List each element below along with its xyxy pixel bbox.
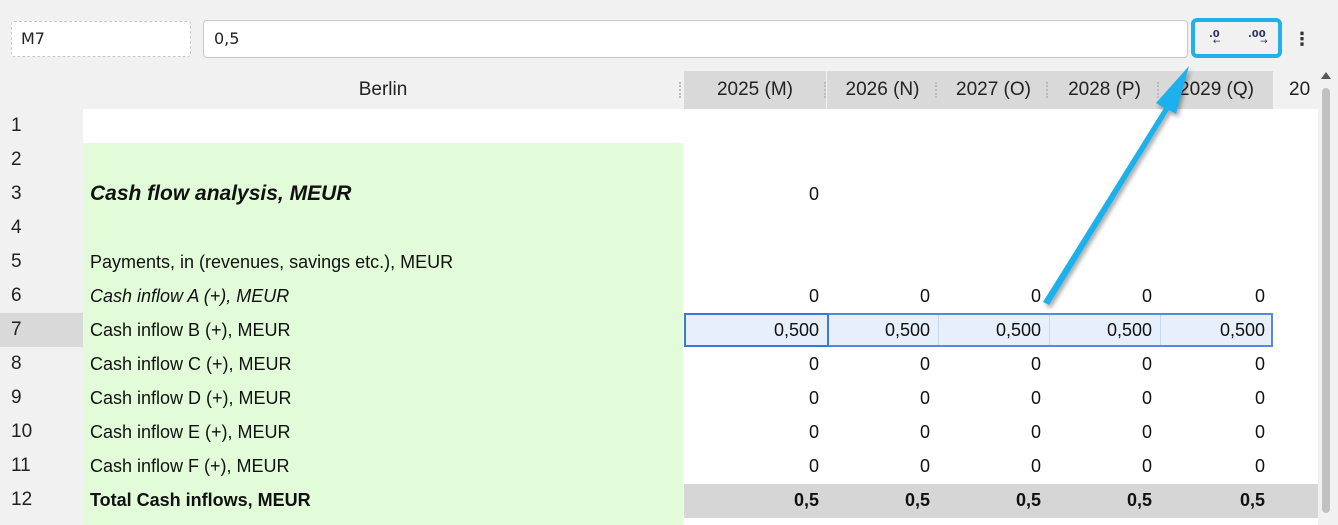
column-header-overflow[interactable]: 20: [1273, 71, 1318, 109]
value-cell[interactable]: 0: [827, 347, 937, 381]
column-resize-handle[interactable]: [935, 82, 937, 98]
row-header-9[interactable]: 9: [0, 381, 83, 415]
decimal-buttons-highlight: .0 ← .00 →: [1191, 18, 1282, 58]
value-cell[interactable]: 0,5: [1160, 483, 1272, 517]
row-header-5[interactable]: 5: [0, 245, 83, 279]
scroll-up-icon[interactable]: [1321, 72, 1331, 79]
value-cell[interactable]: 0,5: [827, 483, 937, 517]
decrease-decimal-button[interactable]: .0 ←: [1201, 25, 1239, 51]
column-resize-handle[interactable]: [679, 82, 681, 98]
row-label[interactable]: Cash inflow D (+), MEUR: [90, 381, 292, 415]
column-header-2028[interactable]: 2028 (P): [1049, 71, 1160, 109]
row-header-1[interactable]: 1: [0, 109, 83, 143]
name-box[interactable]: M7: [11, 21, 191, 57]
value-cell[interactable]: 0: [1160, 279, 1272, 313]
value-cell[interactable]: 0,500: [1049, 313, 1159, 347]
row-header-12[interactable]: 12: [0, 483, 83, 517]
value-cell[interactable]: 0,5: [938, 483, 1048, 517]
row-label[interactable]: Cash inflow B (+), MEUR: [90, 313, 291, 347]
value-cell[interactable]: 0,5: [1049, 483, 1159, 517]
value-cell[interactable]: 0: [938, 347, 1048, 381]
row-header-6[interactable]: 6: [0, 279, 83, 313]
value-cell[interactable]: 0: [1160, 415, 1272, 449]
row-label[interactable]: Cash inflow F (+), MEUR: [90, 449, 290, 483]
more-options-icon[interactable]: ⋮: [1293, 28, 1311, 52]
column-header-2025[interactable]: 2025 (M): [684, 71, 826, 109]
value-cell[interactable]: 0: [1049, 347, 1159, 381]
value-cell[interactable]: 0: [938, 381, 1048, 415]
value-cell[interactable]: 0: [938, 279, 1048, 313]
value-cell[interactable]: 0: [1049, 415, 1159, 449]
value-cell[interactable]: 0,500: [938, 313, 1048, 347]
increase-decimal-button[interactable]: .00 →: [1240, 25, 1278, 51]
row-label[interactable]: Cash inflow C (+), MEUR: [90, 347, 292, 381]
row-header-4[interactable]: 4: [0, 211, 83, 245]
value-cell[interactable]: 0,500: [827, 313, 937, 347]
column-resize-handle[interactable]: [1046, 82, 1048, 98]
arrow-left-icon: ←: [1213, 37, 1221, 47]
row-label[interactable]: Payments, in (revenues, savings etc.), M…: [90, 245, 453, 279]
value-cell[interactable]: 0: [827, 381, 937, 415]
row-label[interactable]: Cash flow analysis, MEUR: [90, 177, 351, 211]
value-cell[interactable]: 0: [1049, 449, 1159, 483]
value-cell[interactable]: 0: [827, 279, 937, 313]
value-cell[interactable]: 0: [1160, 449, 1272, 483]
column-header-2026[interactable]: 2026 (N): [827, 71, 938, 109]
value-cell[interactable]: 0,5: [684, 483, 826, 517]
row-header-7[interactable]: 7: [0, 313, 83, 347]
value-cell[interactable]: 0: [938, 415, 1048, 449]
column-header-label[interactable]: Berlin: [83, 71, 683, 109]
value-cell[interactable]: 0: [827, 449, 937, 483]
value-cell[interactable]: 0: [684, 381, 826, 415]
value-cell[interactable]: 0: [1049, 279, 1159, 313]
vertical-scroll-thumb[interactable]: [1322, 88, 1330, 513]
column-header-2027[interactable]: 2027 (O): [938, 71, 1049, 109]
row-header-3[interactable]: 3: [0, 177, 83, 211]
value-cell[interactable]: 0: [827, 415, 937, 449]
row-header-2[interactable]: 2: [0, 143, 83, 177]
value-cell[interactable]: 0: [684, 279, 826, 313]
row-label[interactable]: Cash inflow A (+), MEUR: [90, 279, 289, 313]
column-resize-handle[interactable]: [824, 82, 826, 98]
row-header-11[interactable]: 11: [0, 449, 83, 483]
value-cell[interactable]: 0: [684, 177, 826, 211]
value-cell[interactable]: 0: [1160, 347, 1272, 381]
value-cell[interactable]: 0: [684, 415, 826, 449]
row-label[interactable]: Total Cash inflows, MEUR: [90, 483, 311, 517]
row-header-10[interactable]: 10: [0, 415, 83, 449]
value-cell[interactable]: 0: [684, 347, 826, 381]
value-cell[interactable]: 0: [1160, 381, 1272, 415]
value-cell[interactable]: 0: [1049, 381, 1159, 415]
arrow-right-icon: →: [1260, 37, 1268, 47]
row-label[interactable]: Cash inflow E (+), MEUR: [90, 415, 291, 449]
value-cell[interactable]: 0,500: [1160, 313, 1272, 347]
column-resize-handle[interactable]: [1157, 82, 1159, 98]
value-cell[interactable]: 0: [684, 449, 826, 483]
formula-bar-input[interactable]: 0,5: [203, 20, 1188, 58]
value-cell[interactable]: 0: [938, 449, 1048, 483]
column-header-2029[interactable]: 2029 (Q): [1160, 71, 1273, 109]
row-header-8[interactable]: 8: [0, 347, 83, 381]
value-cell[interactable]: 0,500: [684, 313, 826, 347]
